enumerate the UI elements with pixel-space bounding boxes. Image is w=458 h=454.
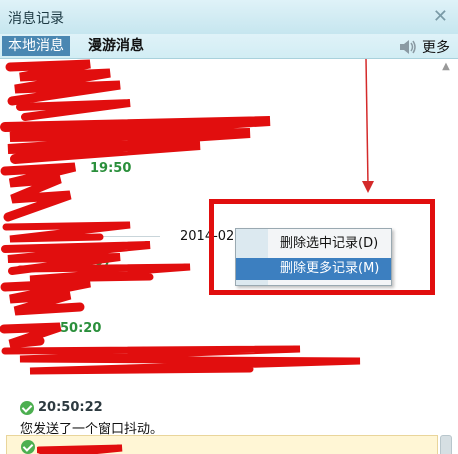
window-title: 消息记录	[8, 11, 64, 27]
message-time-text: 20:50:22	[38, 400, 103, 415]
close-icon[interactable]: ✕	[433, 6, 448, 27]
message-timestamp: 20:50:22	[20, 400, 103, 415]
message-notice-bar	[6, 435, 438, 454]
tab-bar: 本地消息 漫游消息 更多	[0, 34, 458, 59]
scrollbar-thumb[interactable]	[440, 435, 452, 454]
message-history: ▲ 19:50 2014-02 0:07 50:20 20:50:22 您发送了…	[0, 59, 458, 454]
tab-local-messages[interactable]: 本地消息	[2, 36, 70, 56]
speaker-icon	[400, 40, 416, 54]
title-bar: 消息记录 ✕	[0, 0, 458, 35]
tab-roaming-messages[interactable]: 漫游消息	[82, 36, 150, 56]
red-scribble-redaction	[37, 444, 123, 454]
more-label: 更多	[422, 40, 450, 56]
more-button[interactable]: 更多	[398, 37, 450, 57]
red-highlight-box	[209, 199, 435, 295]
check-circle-icon	[21, 440, 35, 454]
check-circle-icon	[20, 400, 34, 415]
